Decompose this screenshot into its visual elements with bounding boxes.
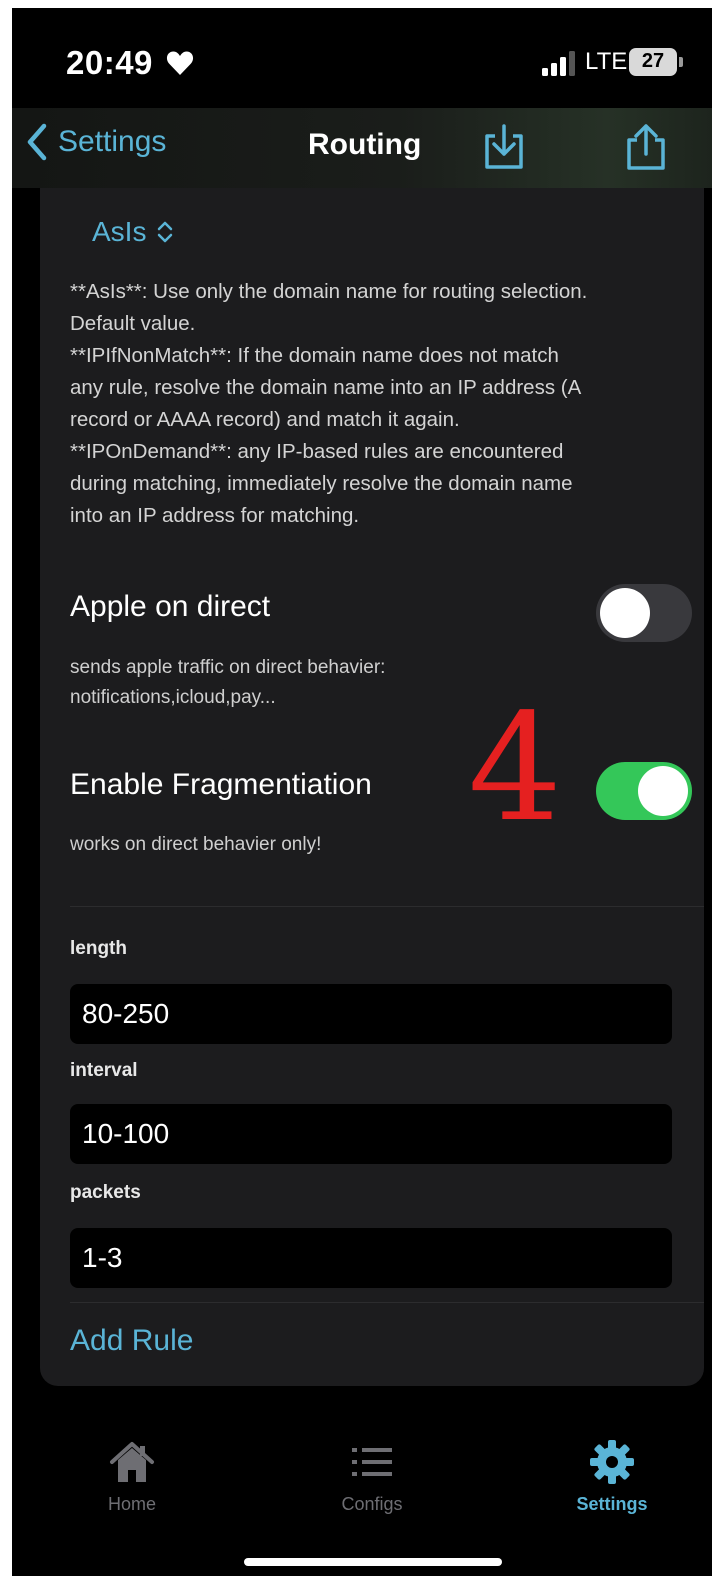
- tab-settings[interactable]: Settings: [542, 1438, 682, 1515]
- network-type: LTE: [585, 48, 628, 75]
- tab-label: Home: [107, 1494, 156, 1514]
- tab-label: Settings: [576, 1494, 648, 1514]
- description-line: any rule, resolve the domain name into a…: [70, 376, 582, 399]
- back-button[interactable]: Settings: [24, 122, 166, 162]
- tab-configs[interactable]: Configs: [302, 1438, 442, 1515]
- domain-strategy-value: AsIs: [92, 216, 147, 247]
- divider: [70, 906, 704, 907]
- length-label: length: [70, 938, 127, 959]
- chevron-up-down-icon: [158, 221, 173, 243]
- apple-on-direct-label: Apple on direct: [70, 590, 271, 623]
- toggle-knob: [638, 766, 688, 816]
- gear-icon: [590, 1440, 634, 1484]
- length-field: [70, 984, 672, 1044]
- import-icon[interactable]: [482, 122, 526, 172]
- toggle-knob: [600, 588, 650, 638]
- navigation-bar: Settings Routing: [12, 108, 712, 188]
- fragmentation-subtitle: works on direct behavier only!: [70, 834, 322, 855]
- heart-icon: [166, 51, 194, 75]
- interval-label: interval: [70, 1060, 138, 1081]
- subtitle-line: notifications,icloud,pay...: [70, 687, 276, 708]
- domain-strategy-description: **AsIs**: Use only the domain name for r…: [70, 276, 690, 532]
- divider: [70, 1302, 704, 1303]
- battery-level: 27: [641, 50, 665, 72]
- description-line: **IPIfNonMatch**: If the domain name doe…: [70, 344, 559, 367]
- packets-input[interactable]: [70, 1228, 672, 1288]
- chevron-left-icon: [27, 123, 47, 161]
- page-title: Routing: [308, 128, 422, 161]
- description-line: Default value.: [70, 312, 196, 335]
- domain-strategy-picker[interactable]: AsIs: [92, 216, 174, 248]
- fragmentation-toggle[interactable]: [596, 762, 692, 820]
- description-line: into an IP address for matching.: [70, 504, 360, 527]
- list-icon: [352, 1448, 392, 1476]
- packets-label: packets: [70, 1182, 141, 1203]
- tab-label: Configs: [341, 1494, 403, 1514]
- share-icon[interactable]: [624, 122, 668, 172]
- description-line: during matching, immediately resolve the…: [70, 472, 573, 495]
- apple-on-direct-toggle[interactable]: [596, 584, 692, 642]
- annotation-number: 4: [468, 682, 563, 854]
- tab-home[interactable]: Home: [62, 1438, 202, 1515]
- interval-field: [70, 1104, 672, 1164]
- fragmentation-label: Enable Fragmentiation: [70, 768, 372, 801]
- interval-input[interactable]: [70, 1104, 672, 1164]
- packets-field: [70, 1228, 672, 1288]
- back-label: Settings: [58, 125, 167, 158]
- description-line: **AsIs**: Use only the domain name for r…: [70, 280, 588, 303]
- tab-bar: Home Configs Settings: [12, 1420, 712, 1576]
- length-input[interactable]: [70, 984, 672, 1044]
- signal-icon: [542, 51, 575, 76]
- description-line: record or AAAA record) and match it agai…: [70, 408, 460, 431]
- status-time: 20:49: [66, 44, 153, 81]
- home-indicator: [244, 1558, 502, 1566]
- routing-settings-card: AsIs **AsIs**: Use only the domain name …: [40, 188, 704, 1386]
- house-icon: [110, 1442, 154, 1482]
- battery-icon: 27: [629, 48, 685, 76]
- phone-screen: 20:49 LTE 27 Settings Routing AsIs **AsI…: [12, 8, 712, 1576]
- description-line: **IPOnDemand**: any IP-based rules are e…: [70, 440, 564, 463]
- add-rule-button[interactable]: Add Rule: [70, 1324, 193, 1358]
- subtitle-line: sends apple traffic on direct behavier:: [70, 657, 386, 678]
- apple-on-direct-subtitle: sends apple traffic on direct behavier: …: [70, 653, 385, 713]
- status-bar: 20:49 LTE 27: [12, 8, 712, 108]
